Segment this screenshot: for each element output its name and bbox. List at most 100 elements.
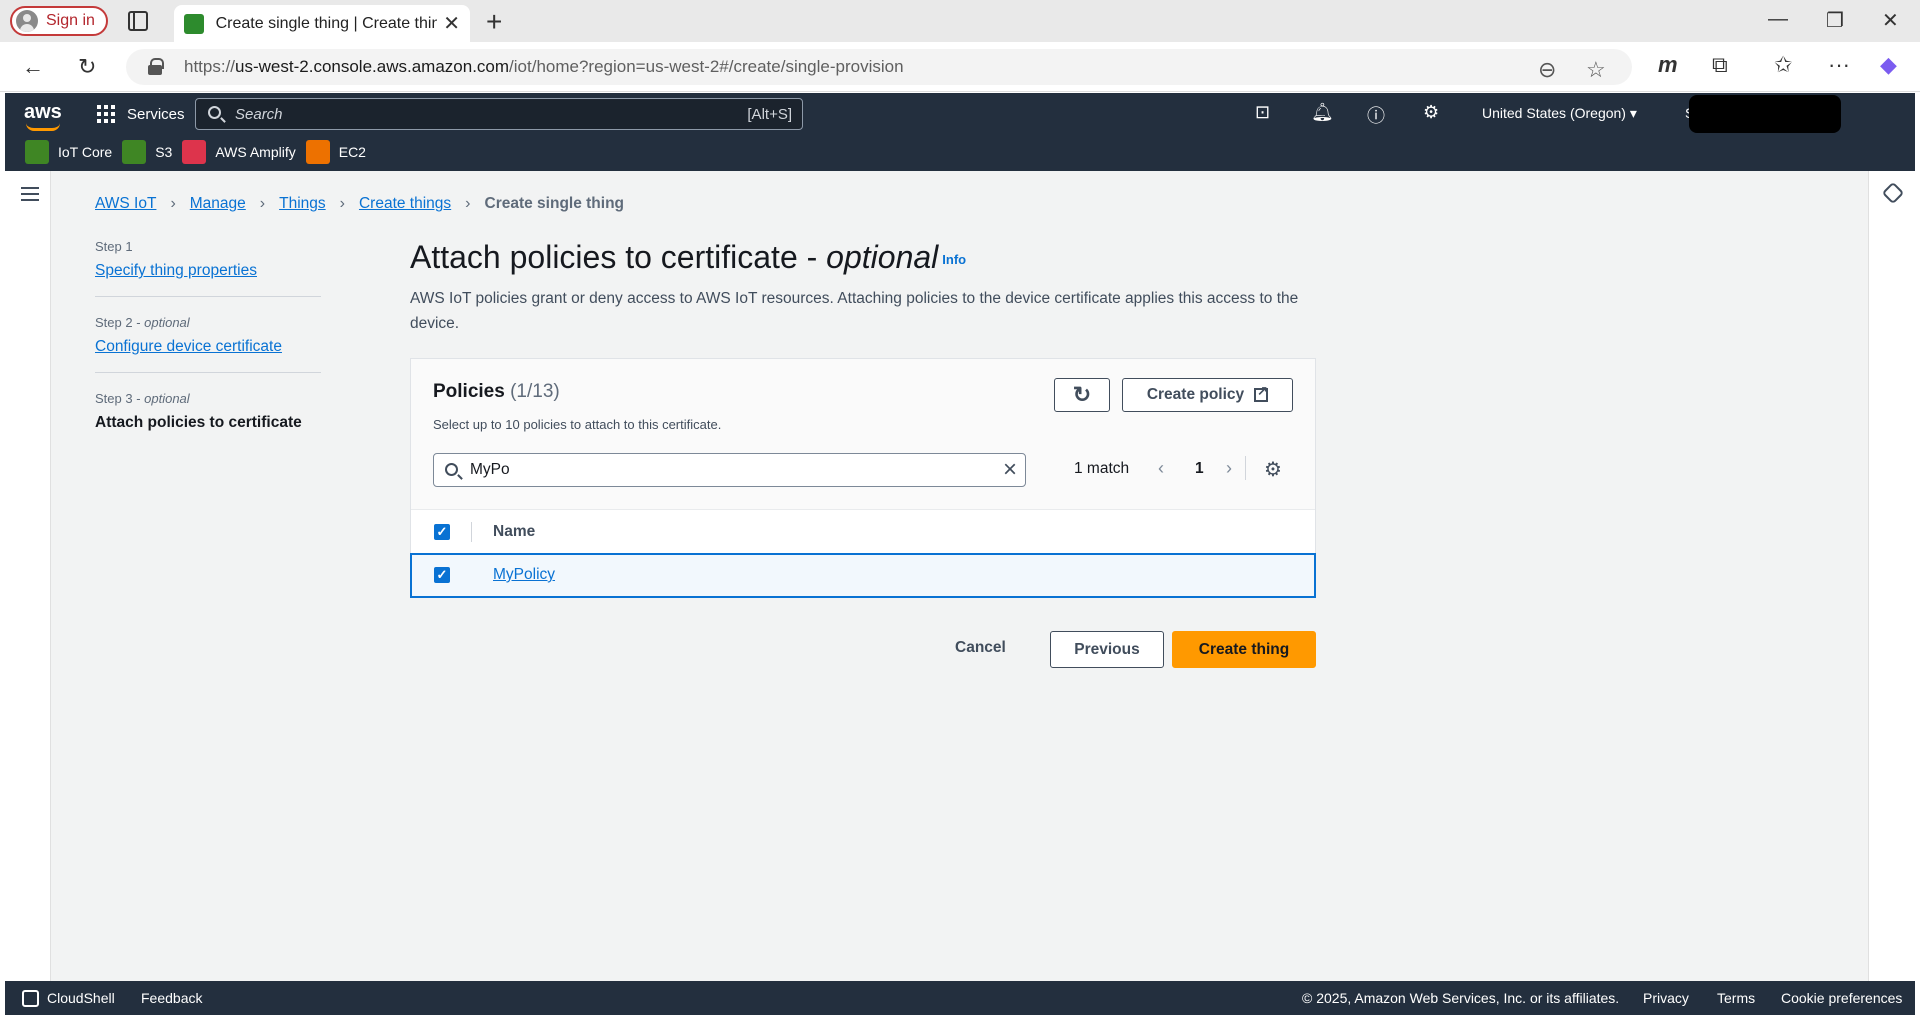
back-icon[interactable]: ← xyxy=(22,54,44,80)
search-shortcut: [Alt+S] xyxy=(747,106,792,123)
match-count: 1 match xyxy=(1074,460,1130,477)
column-header-name[interactable]: Name xyxy=(493,523,535,541)
cookie-preferences-link[interactable]: Cookie preferences xyxy=(1781,990,1902,1006)
breadcrumb-current: Create single thing xyxy=(484,195,625,212)
favorite-star-icon[interactable]: ☆ xyxy=(1586,57,1606,83)
pagination-divider xyxy=(1245,456,1246,480)
step-link-configure-certificate[interactable]: Configure device certificate xyxy=(95,338,282,355)
favorite-label: S3 xyxy=(155,144,173,160)
policy-search-input[interactable]: MyPo × xyxy=(433,453,1026,487)
chevron-right-icon: › xyxy=(259,195,266,212)
notifications-bell-icon[interactable]: 🔔︎ xyxy=(1311,102,1334,123)
tab-favicon-icon xyxy=(184,13,204,34)
wizard-step-1: Step 1 Specify thing properties xyxy=(95,239,321,297)
cloudshell-icon[interactable] xyxy=(22,990,39,1007)
zoom-out-icon[interactable]: ⊖ xyxy=(1538,57,1556,83)
region-selector[interactable]: United States (Oregon) ▾ xyxy=(1482,105,1637,122)
policy-search-value: MyPo xyxy=(470,461,510,478)
cloudshell-icon[interactable]: ⊡ xyxy=(1255,102,1270,123)
wizard-step-3: Step 3 - optional Attach policies to cer… xyxy=(95,391,321,448)
favorite-ec2[interactable]: EC2 xyxy=(305,140,366,164)
extensions-icon[interactable]: ⧉ xyxy=(1712,52,1728,78)
search-icon xyxy=(208,106,221,119)
services-menu[interactable]: Services xyxy=(127,106,185,123)
aws-top-nav: aws Services Search [Alt+S] ⊡ 🔔︎ ⓘ ⚙ Uni… xyxy=(5,93,1915,171)
cancel-button[interactable]: Cancel xyxy=(955,639,1006,657)
refresh-button[interactable]: ↻ xyxy=(1054,378,1110,412)
profile-icon xyxy=(16,10,38,32)
breadcrumb-aws-iot[interactable]: AWS IoT xyxy=(95,195,156,213)
favorite-iot-core[interactable]: IoT Core xyxy=(25,140,112,164)
page-content: AWS IoT › Manage › Things › Create thing… xyxy=(5,171,1915,981)
policy-link[interactable]: MyPolicy xyxy=(493,566,555,584)
favorite-amplify[interactable]: AWS Amplify xyxy=(182,140,296,164)
tab-actions-icon[interactable] xyxy=(128,11,148,31)
hamburger-menu-icon[interactable] xyxy=(21,187,39,201)
browser-tab-bar: Sign in Create single thing | Create thi… xyxy=(0,0,1920,42)
tab-close-icon[interactable]: ✕ xyxy=(443,11,460,36)
previous-button[interactable]: Previous xyxy=(1050,631,1164,668)
page-description: AWS IoT policies grant or deny access to… xyxy=(410,290,1299,332)
search-placeholder: Search xyxy=(235,106,283,123)
chevron-right-icon: › xyxy=(339,195,345,212)
privacy-link[interactable]: Privacy xyxy=(1643,990,1689,1006)
browser-tab-active[interactable]: Create single thing | Create things ✕ xyxy=(174,5,470,42)
breadcrumb-things[interactable]: Things xyxy=(279,195,326,213)
step-current-attach-policies: Attach policies to certificate xyxy=(95,414,302,431)
policies-table-panel: Policies (1/13) Select up to 10 policies… xyxy=(410,358,1316,598)
main-header: Attach policies to certificate - optiona… xyxy=(410,239,1316,336)
create-policy-button[interactable]: Create policy xyxy=(1122,378,1293,412)
url-field[interactable]: https://us-west-2.console.aws.amazon.com… xyxy=(126,49,1632,85)
tools-panel-icon[interactable] xyxy=(1881,181,1905,205)
clear-search-icon[interactable]: × xyxy=(1003,456,1017,484)
external-link-icon xyxy=(1254,383,1269,402)
new-tab-icon[interactable]: + xyxy=(486,6,502,38)
page-title: Attach policies to certificate - optiona… xyxy=(410,239,967,275)
select-all-checkbox[interactable]: ✓ xyxy=(434,524,450,540)
table-preferences-gear-icon[interactable]: ⚙ xyxy=(1264,457,1282,482)
refresh-icon: ↻ xyxy=(1072,382,1092,407)
browser-signin-button[interactable]: Sign in xyxy=(10,6,108,36)
copilot-icon[interactable]: ◆ xyxy=(1880,52,1897,78)
favorite-s3[interactable]: S3 xyxy=(122,140,172,164)
left-nav-rail xyxy=(5,171,51,981)
browser-address-bar: ← ↻ https://us-west-2.console.aws.amazon… xyxy=(0,42,1920,92)
help-icon[interactable]: ⓘ xyxy=(1367,102,1385,128)
aws-search-input[interactable]: Search [Alt+S] xyxy=(195,98,803,130)
page-number[interactable]: 1 xyxy=(1195,460,1204,478)
table-row[interactable]: ✓ MyPolicy xyxy=(410,553,1316,598)
create-policy-label: Create policy xyxy=(1146,386,1245,403)
settings-gear-icon[interactable]: ⚙ xyxy=(1423,102,1439,123)
column-divider xyxy=(471,522,472,542)
restore-icon[interactable]: ❐ xyxy=(1826,8,1844,33)
favorites-bar: IoT Core S3 AWS Amplify EC2 xyxy=(5,133,376,171)
next-page-icon[interactable]: › xyxy=(1226,458,1232,479)
terms-link[interactable]: Terms xyxy=(1717,990,1755,1006)
aws-footer: CloudShell Feedback © 2025, Amazon Web S… xyxy=(5,981,1915,1015)
chevron-right-icon: › xyxy=(170,195,176,212)
more-icon[interactable]: ··· xyxy=(1828,52,1850,78)
table-header: ✓ Name xyxy=(411,509,1315,554)
feedback-link[interactable]: Feedback xyxy=(141,990,202,1006)
services-grid-icon[interactable] xyxy=(97,105,115,123)
previous-page-icon[interactable]: ‹ xyxy=(1158,458,1164,479)
reload-icon[interactable]: ↻ xyxy=(78,54,96,80)
step-label: Step 3 - optional xyxy=(95,391,190,406)
info-link[interactable]: Info xyxy=(942,252,966,267)
aws-logo[interactable]: aws xyxy=(24,101,62,131)
favorite-label: EC2 xyxy=(338,144,366,160)
cloudshell-link[interactable]: CloudShell xyxy=(47,990,115,1006)
window-close-icon[interactable]: ✕ xyxy=(1882,8,1899,33)
iot-core-icon xyxy=(25,140,49,164)
redacted-account-area xyxy=(1689,95,1841,133)
favorite-label: IoT Core xyxy=(58,144,113,160)
step-link-specify-properties[interactable]: Specify thing properties xyxy=(95,262,257,279)
breadcrumb-manage[interactable]: Manage xyxy=(190,195,246,213)
breadcrumb-create-things[interactable]: Create things xyxy=(359,195,451,213)
step-label: Step 2 - optional xyxy=(95,315,190,330)
create-thing-button[interactable]: Create thing xyxy=(1172,631,1316,668)
favorites-icon[interactable]: ✩ xyxy=(1774,52,1792,78)
minimize-icon[interactable]: — xyxy=(1768,8,1788,31)
extension-m-icon[interactable]: m xyxy=(1658,52,1678,78)
row-checkbox[interactable]: ✓ xyxy=(434,567,450,583)
